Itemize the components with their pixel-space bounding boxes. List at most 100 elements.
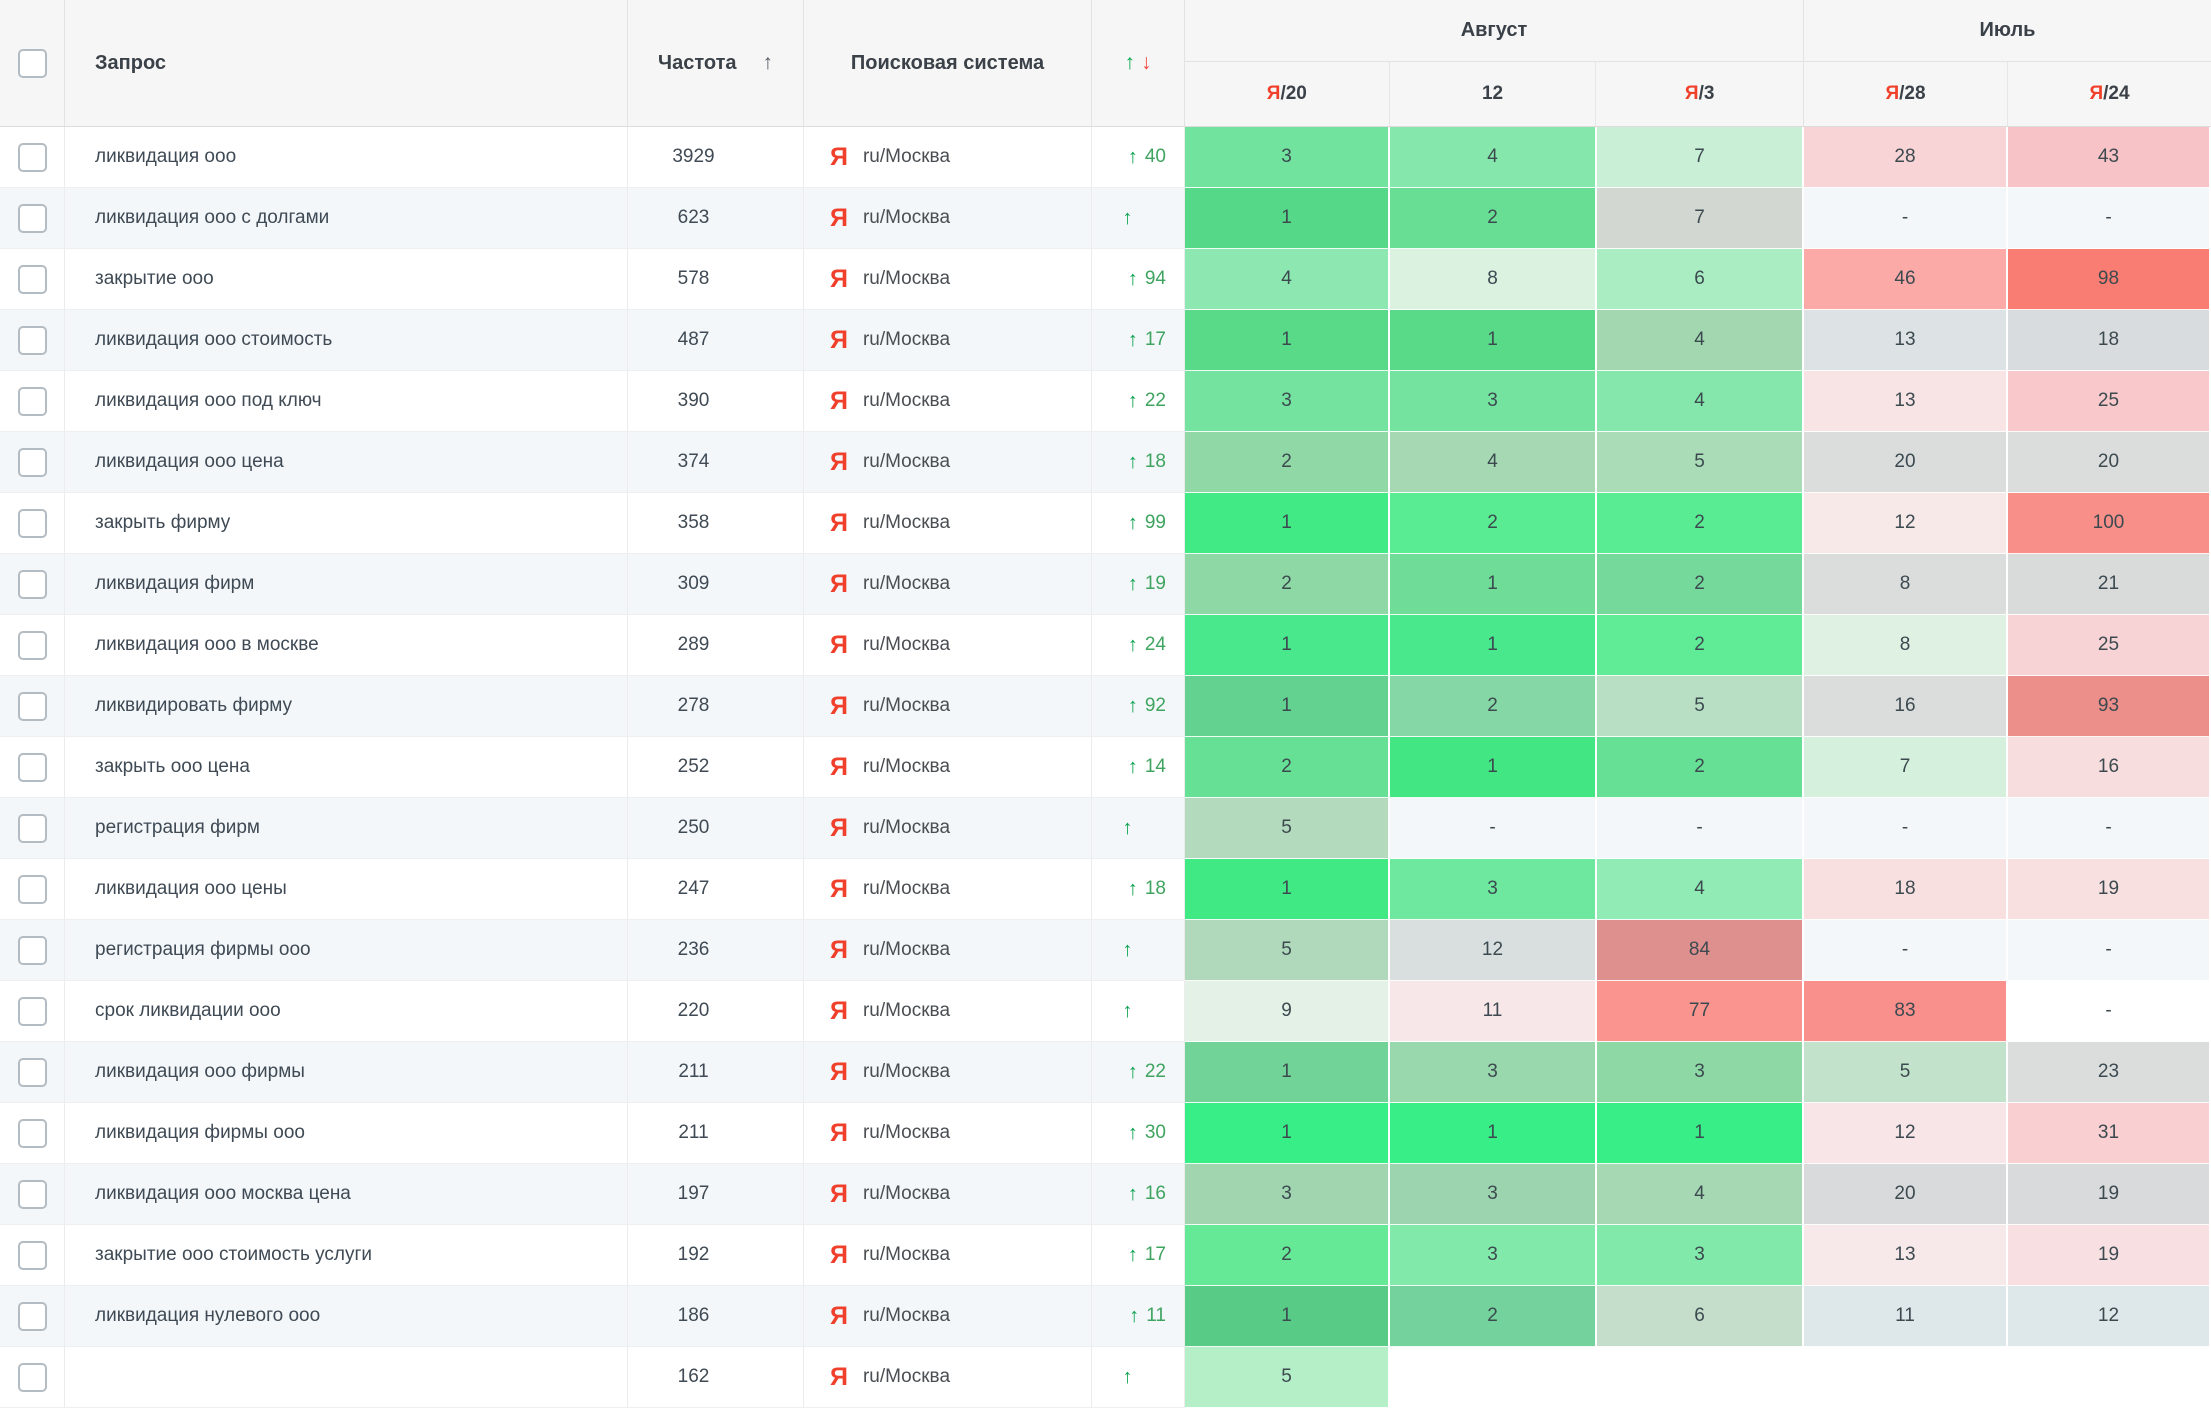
column-header-change[interactable]: ↑ ↓ [1092,0,1185,126]
position-cell: 20 [2008,432,2211,493]
frequency-cell: 289 [628,615,804,676]
position-cell: 77 [1597,981,1804,1042]
row-checkbox[interactable] [18,814,47,843]
position-cell: - [2008,920,2211,981]
position-cell: 5 [1185,920,1390,981]
frequency-cell: 623 [628,188,804,249]
up-arrow-icon: ↑ [1128,512,1138,535]
query-text: ликвидация ооо под ключ [95,390,322,412]
row-checkbox[interactable] [18,326,47,355]
table-row: закрытие ооо стоимость услуги 192 Я ru/М… [0,1225,2211,1286]
query-cell[interactable]: регистрация фирм [65,798,628,859]
row-checkbox[interactable] [18,1058,47,1087]
frequency-cell: 358 [628,493,804,554]
row-checkbox[interactable] [18,1363,47,1392]
search-engine-cell: Я ru/Москва [804,188,1092,249]
select-all-checkbox[interactable] [18,49,47,78]
query-cell[interactable]: ликвидация нулевого ооо [65,1286,628,1347]
search-engine-cell: Я ru/Москва [804,249,1092,310]
date-column-header[interactable]: Я/20 [1185,62,1390,126]
row-checkbox[interactable] [18,265,47,294]
query-cell[interactable]: ликвидация ооо цена [65,432,628,493]
query-cell[interactable]: ликвидация фирм [65,554,628,615]
change-value: 40 [1145,146,1166,168]
region-label: ru/Москва [863,1305,950,1327]
query-text: ликвидация ооо в москве [95,634,319,656]
position-cell [1390,1347,1597,1408]
query-text: регистрация фирм [95,817,260,839]
date-column-header[interactable]: 12 [1390,62,1597,126]
date-column-header[interactable]: Я/24 [2008,62,2211,126]
frequency-cell: 162 [628,1347,804,1408]
position-cell: - [1804,920,2008,981]
checkbox-cell [0,1286,65,1347]
position-cell: 1 [1185,493,1390,554]
query-cell[interactable]: закрыть ооо цена [65,737,628,798]
date-column-header[interactable]: Я/28 [1804,62,2008,126]
column-header-query[interactable]: Запрос [65,0,628,126]
row-checkbox[interactable] [18,570,47,599]
month-label: Июль [1804,0,2211,62]
query-cell[interactable]: регистрация фирмы ооо [65,920,628,981]
row-checkbox[interactable] [18,753,47,782]
position-cell: 8 [1390,249,1597,310]
column-header-search-engine[interactable]: Поисковая система [804,0,1092,126]
position-cell: 1 [1390,310,1597,371]
checkbox-cell [0,1103,65,1164]
query-cell[interactable]: срок ликвидации ооо [65,981,628,1042]
row-checkbox[interactable] [18,936,47,965]
query-cell[interactable]: ликвидация ооо москва цена [65,1164,628,1225]
query-cell[interactable]: ликвидация ооо [65,127,628,188]
query-cell[interactable]: ликвидация ооо с долгами [65,188,628,249]
query-cell[interactable]: ликвидация ооо под ключ [65,371,628,432]
query-cell[interactable]: ликвидация ооо в москве [65,615,628,676]
query-cell[interactable]: ликвидация фирмы ооо [65,1103,628,1164]
position-cell: 19 [2008,1225,2211,1286]
query-cell[interactable] [65,1347,628,1408]
change-value: 18 [1145,451,1166,473]
change-value: 30 [1145,1122,1166,1144]
table-row: закрыть фирму 358 Я ru/Москва ↑ 99 1 2 2… [0,493,2211,554]
query-cell[interactable]: ликвидировать фирму [65,676,628,737]
up-arrow-icon: ↑ [1128,1122,1138,1145]
row-checkbox[interactable] [18,1180,47,1209]
row-checkbox[interactable] [18,875,47,904]
query-cell[interactable]: ликвидация ооо цены [65,859,628,920]
frequency-value: 247 [678,878,710,900]
date-column-header[interactable]: Я/3 [1596,62,1803,126]
position-cell: 3 [1597,1042,1804,1103]
position-cell: 5 [1597,432,1804,493]
table-row: закрыть ооо цена 252 Я ru/Москва ↑ 14 2 … [0,737,2211,798]
row-checkbox[interactable] [18,1119,47,1148]
sort-asc-icon[interactable]: ↑ [762,51,773,75]
row-checkbox[interactable] [18,448,47,477]
up-arrow-icon: ↑ [1128,756,1138,779]
checkbox-cell [0,310,65,371]
checkbox-cell [0,859,65,920]
row-checkbox[interactable] [18,143,47,172]
up-arrow-icon: ↑ [1128,390,1138,413]
position-cell: 1 [1185,615,1390,676]
query-cell[interactable]: ликвидация ооо фирмы [65,1042,628,1103]
query-cell[interactable]: закрытие ооо стоимость услуги [65,1225,628,1286]
row-checkbox[interactable] [18,509,47,538]
row-checkbox[interactable] [18,1241,47,1270]
table-row: ликвидация ооо с долгами 623 Я ru/Москва… [0,188,2211,249]
position-cell: 28 [1804,127,2008,188]
checkbox-cell [0,249,65,310]
row-checkbox[interactable] [18,631,47,660]
row-checkbox[interactable] [18,692,47,721]
query-cell[interactable]: закрыть фирму [65,493,628,554]
query-cell[interactable]: закрытие ооо [65,249,628,310]
query-cell[interactable]: ликвидация ооо стоимость [65,310,628,371]
row-checkbox[interactable] [18,387,47,416]
row-checkbox[interactable] [18,204,47,233]
row-checkbox[interactable] [18,1302,47,1331]
column-header-frequency[interactable]: Частота ↑ [628,0,804,126]
row-checkbox[interactable] [18,997,47,1026]
position-cell: 1 [1185,1286,1390,1347]
position-cell: 84 [1597,920,1804,981]
frequency-cell: 197 [628,1164,804,1225]
change-cell: ↑ [1092,1347,1185,1408]
frequency-cell: 250 [628,798,804,859]
